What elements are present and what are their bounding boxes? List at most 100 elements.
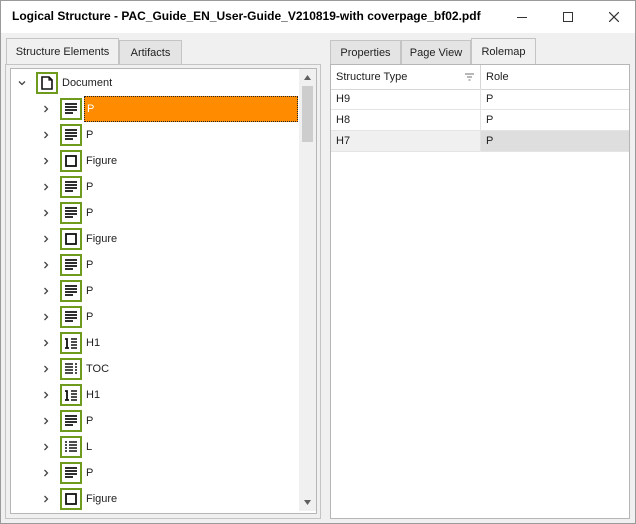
tree-scrollbar[interactable] xyxy=(299,69,316,511)
structure-type-cell[interactable]: H7 xyxy=(331,131,481,151)
tree-node[interactable]: P xyxy=(11,174,301,200)
expand-right-icon[interactable] xyxy=(41,260,51,270)
paragraph-icon xyxy=(60,254,82,276)
expand-down-icon[interactable] xyxy=(17,78,27,88)
figure-icon xyxy=(60,488,82,510)
expand-right-icon[interactable] xyxy=(41,182,51,192)
filter-icon[interactable] xyxy=(465,73,474,81)
role-cell[interactable]: P xyxy=(481,89,629,109)
window-title: Logical Structure - PAC_Guide_EN_User-Gu… xyxy=(12,9,481,23)
tree-node-label: H1 xyxy=(86,389,101,401)
grid-header: Structure Type Role xyxy=(331,65,629,90)
rolemap-row[interactable]: H8 P xyxy=(331,110,629,131)
expand-right-icon[interactable] xyxy=(41,312,51,322)
scroll-down-button[interactable] xyxy=(299,494,316,511)
tree-node[interactable]: P xyxy=(11,252,301,278)
tree-node[interactable]: P xyxy=(11,278,301,304)
close-icon xyxy=(609,12,619,22)
expand-right-icon[interactable] xyxy=(41,494,51,504)
tree-node[interactable]: P xyxy=(11,122,301,148)
tree-node-label: TOC xyxy=(86,363,110,375)
tree-node[interactable]: Figure xyxy=(11,486,301,512)
expand-right-icon[interactable] xyxy=(41,286,51,296)
tree-node-label: L xyxy=(86,441,93,453)
tree-node[interactable]: H1 xyxy=(11,330,301,356)
tree-node[interactable]: P xyxy=(11,460,301,486)
column-header-label: Structure Type xyxy=(336,71,408,83)
close-button[interactable] xyxy=(591,1,636,33)
tab-structure-elements[interactable]: Structure Elements xyxy=(6,38,119,65)
tab-artifacts[interactable]: Artifacts xyxy=(119,40,182,64)
column-header-structure-type[interactable]: Structure Type xyxy=(331,65,481,89)
tree-node-label: Document xyxy=(62,77,113,89)
paragraph-icon xyxy=(60,202,82,224)
maximize-icon xyxy=(563,12,573,22)
structure-type-cell[interactable]: H9 xyxy=(331,89,481,109)
scroll-thumb[interactable] xyxy=(302,86,313,142)
maximize-button[interactable] xyxy=(545,1,591,33)
tab-label: Properties xyxy=(340,46,391,59)
tree-node-label: Figure xyxy=(86,493,118,505)
tree-node-label: P xyxy=(86,181,94,193)
tree-node[interactable]: Figure xyxy=(11,226,301,252)
paragraph-icon xyxy=(60,176,82,198)
tree-node-label: P xyxy=(86,311,94,323)
expand-right-icon[interactable] xyxy=(41,104,51,114)
heading-icon xyxy=(60,384,82,406)
structure-tree[interactable]: Document P P Figure P P Figure P P P H1 TOC H1 P L P Fig… xyxy=(10,68,317,514)
tree-node-label: H1 xyxy=(86,337,101,349)
tree-node[interactable]: P xyxy=(11,408,301,434)
expand-right-icon[interactable] xyxy=(41,156,51,166)
tab-label: Artifacts xyxy=(130,46,171,59)
tree-node-label: P xyxy=(86,285,94,297)
expand-right-icon[interactable] xyxy=(41,416,51,426)
column-header-role[interactable]: Role xyxy=(481,65,629,89)
rolemap-row[interactable]: H7 P xyxy=(331,131,629,152)
expand-right-icon[interactable] xyxy=(41,130,51,140)
tree-node[interactable]: P xyxy=(11,200,301,226)
tab-rolemap[interactable]: Rolemap xyxy=(471,38,536,65)
tab-properties[interactable]: Properties xyxy=(330,40,401,64)
structure-type-cell[interactable]: H8 xyxy=(331,110,481,130)
rolemap-row[interactable]: H9 P xyxy=(331,89,629,110)
scroll-up-button[interactable] xyxy=(299,69,316,86)
role-cell[interactable]: P xyxy=(481,131,629,151)
tab-page-view[interactable]: Page View xyxy=(401,40,471,64)
expand-right-icon[interactable] xyxy=(41,234,51,244)
tree-node[interactable]: P xyxy=(11,304,301,330)
tree-node-document[interactable]: Document xyxy=(11,70,301,96)
paragraph-icon xyxy=(60,124,82,146)
tab-label: Structure Elements xyxy=(15,46,110,58)
chevron-up-icon xyxy=(304,75,311,80)
paragraph-icon xyxy=(60,410,82,432)
tree-node-label: Figure xyxy=(86,233,118,245)
minimize-icon xyxy=(517,16,527,18)
expand-right-icon[interactable] xyxy=(41,468,51,478)
heading-icon xyxy=(60,332,82,354)
logical-structure-window: Logical Structure - PAC_Guide_EN_User-Gu… xyxy=(0,0,636,524)
tree-node[interactable]: H1 xyxy=(11,382,301,408)
figure-icon xyxy=(60,228,82,250)
tree-node[interactable]: TOC xyxy=(11,356,301,382)
paragraph-icon xyxy=(60,98,82,120)
minimize-button[interactable] xyxy=(499,1,545,33)
tree-node[interactable]: P xyxy=(11,96,301,122)
expand-right-icon[interactable] xyxy=(41,364,51,374)
paragraph-icon xyxy=(60,306,82,328)
paragraph-icon xyxy=(60,280,82,302)
document-icon xyxy=(36,72,58,94)
paragraph-icon xyxy=(60,462,82,484)
expand-right-icon[interactable] xyxy=(41,390,51,400)
tree-node-label: P xyxy=(86,259,94,271)
expand-right-icon[interactable] xyxy=(41,442,51,452)
expand-right-icon[interactable] xyxy=(41,208,51,218)
tree-node[interactable]: L xyxy=(11,434,301,460)
tree-node-label: P xyxy=(86,415,94,427)
tab-label: Page View xyxy=(409,46,463,59)
tree-node-label: P xyxy=(86,129,94,141)
role-cell[interactable]: P xyxy=(481,110,629,130)
tab-label: Rolemap xyxy=(481,46,526,58)
tree-node[interactable]: Figure xyxy=(11,148,301,174)
expand-right-icon[interactable] xyxy=(41,338,51,348)
tree-node-label: P xyxy=(86,467,94,479)
